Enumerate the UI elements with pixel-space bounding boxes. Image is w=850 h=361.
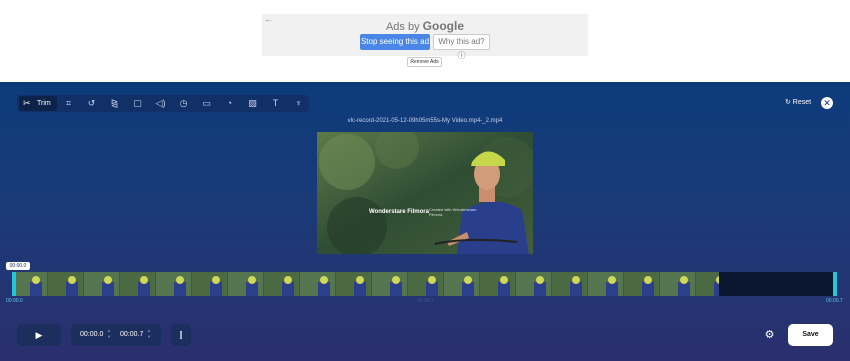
watermark-overlay: Wonderstare Filmora Created with Wonders… <box>369 207 489 229</box>
resize-icon[interactable]: ▢ <box>130 96 145 111</box>
page-root: ← Ads by Google Stop seeing this ad Why … <box>0 0 850 361</box>
ads-by-google: Ads by Google <box>262 19 588 33</box>
reset-button[interactable]: ↻ Reset <box>785 98 811 106</box>
timeline-thumbnail <box>516 272 551 296</box>
timeline-end-label: 00:00.7 <box>826 298 843 304</box>
volume-icon[interactable]: ◁) <box>153 96 168 111</box>
playhead-time-badge: 00:00.0 <box>6 262 30 270</box>
timeline-thumbnail <box>120 272 155 296</box>
timeline-thumbnail <box>48 272 83 296</box>
end-time-input[interactable]: 00:00.7 <box>120 331 143 338</box>
split-icon[interactable]: ⫿ <box>171 324 191 346</box>
timeline-mid-label: 00:00.7 <box>417 298 434 304</box>
loop-icon[interactable]: ▭ <box>199 96 214 111</box>
speed-icon[interactable]: ◷ <box>176 96 191 111</box>
timeline-thumbnails <box>12 272 731 296</box>
timeline-start-label: 00:00.0 <box>6 298 23 304</box>
trim-button[interactable]: ✂ Trim <box>19 96 57 111</box>
timeline-strip[interactable] <box>12 272 837 296</box>
close-icon[interactable]: ✕ <box>821 97 833 109</box>
timeline-thumbnail <box>588 272 623 296</box>
watermark-note: Created with Wondershare Filmora <box>429 207 477 217</box>
timeline-thumbnail <box>300 272 335 296</box>
text-icon[interactable]: T <box>268 96 283 111</box>
edit-toolbar: ✂ Trim ⌗ ↺ ⧎ ▢ ◁) ◷ ▭ ◔ ▨ T ♆ <box>17 95 309 112</box>
watermark-icon[interactable]: ♆ <box>291 96 306 111</box>
ad-box: ← Ads by Google Stop seeing this ad Why … <box>262 14 588 60</box>
timeline-thumbnail <box>84 272 119 296</box>
video-frame-image <box>317 132 533 254</box>
timeline-thumbnail <box>192 272 227 296</box>
scissors-icon: ✂ <box>23 98 31 108</box>
timeline-thumbnail <box>480 272 515 296</box>
start-time-input[interactable]: 00:00.0 <box>80 331 103 338</box>
settings-gear-icon[interactable]: ⚙ <box>761 327 778 344</box>
google-logo-text: Google <box>422 19 465 33</box>
crop-icon[interactable]: ⌗ <box>61 96 76 111</box>
rotate-icon[interactable]: ↺ <box>84 96 99 111</box>
flip-icon[interactable]: ⧎ <box>107 96 122 111</box>
end-time-stepper[interactable]: ▲ ▼ <box>147 328 151 340</box>
timeline-thumbnail <box>552 272 587 296</box>
trim-end-handle[interactable] <box>833 272 837 296</box>
timeline-thumbnail <box>156 272 191 296</box>
stop-seeing-ad-button[interactable]: Stop seeing this ad <box>360 34 430 50</box>
ads-by-label: Ads by <box>385 21 420 33</box>
video-preview[interactable]: Wonderstare Filmora Created with Wonders… <box>317 132 533 254</box>
start-time-stepper[interactable]: ▲ ▼ <box>107 328 111 340</box>
video-editor: ✂ Trim ⌗ ↺ ⧎ ▢ ◁) ◷ ▭ ◔ ▨ T ♆ ↻ Reset ✕ vlc-record… <box>0 82 850 361</box>
timeline-thumbnail <box>408 272 443 296</box>
timeline-thumbnail <box>228 272 263 296</box>
timeline-thumbnail <box>444 272 479 296</box>
filter-icon[interactable]: ◔ <box>222 96 237 111</box>
remove-ads-button[interactable]: Remove Ads <box>407 57 442 67</box>
timeline-thumbnail <box>624 272 659 296</box>
trim-time-inputs: 00:00.0 ▲ ▼ 00:00.7 ▲ ▼ <box>71 324 161 346</box>
timeline-thumbnail <box>12 272 47 296</box>
trim-start-handle[interactable] <box>12 272 16 296</box>
timeline-thumbnail <box>660 272 695 296</box>
timeline-thumbnail <box>264 272 299 296</box>
timeline-thumbnail <box>372 272 407 296</box>
trim-label: Trim <box>37 100 51 107</box>
timeline-thumbnail <box>336 272 371 296</box>
ad-area: ← Ads by Google Stop seeing this ad Why … <box>0 0 850 82</box>
timeline-trimmed-region <box>719 272 835 296</box>
why-this-ad-button[interactable]: Why this ad? ⓘ <box>433 34 490 60</box>
video-filename: vlc-record-2021-05-12-09h05m55s-My Video… <box>347 118 503 124</box>
play-button[interactable]: ▶ <box>17 324 61 346</box>
save-button[interactable]: Save <box>788 324 833 346</box>
image-icon[interactable]: ▨ <box>245 96 260 111</box>
